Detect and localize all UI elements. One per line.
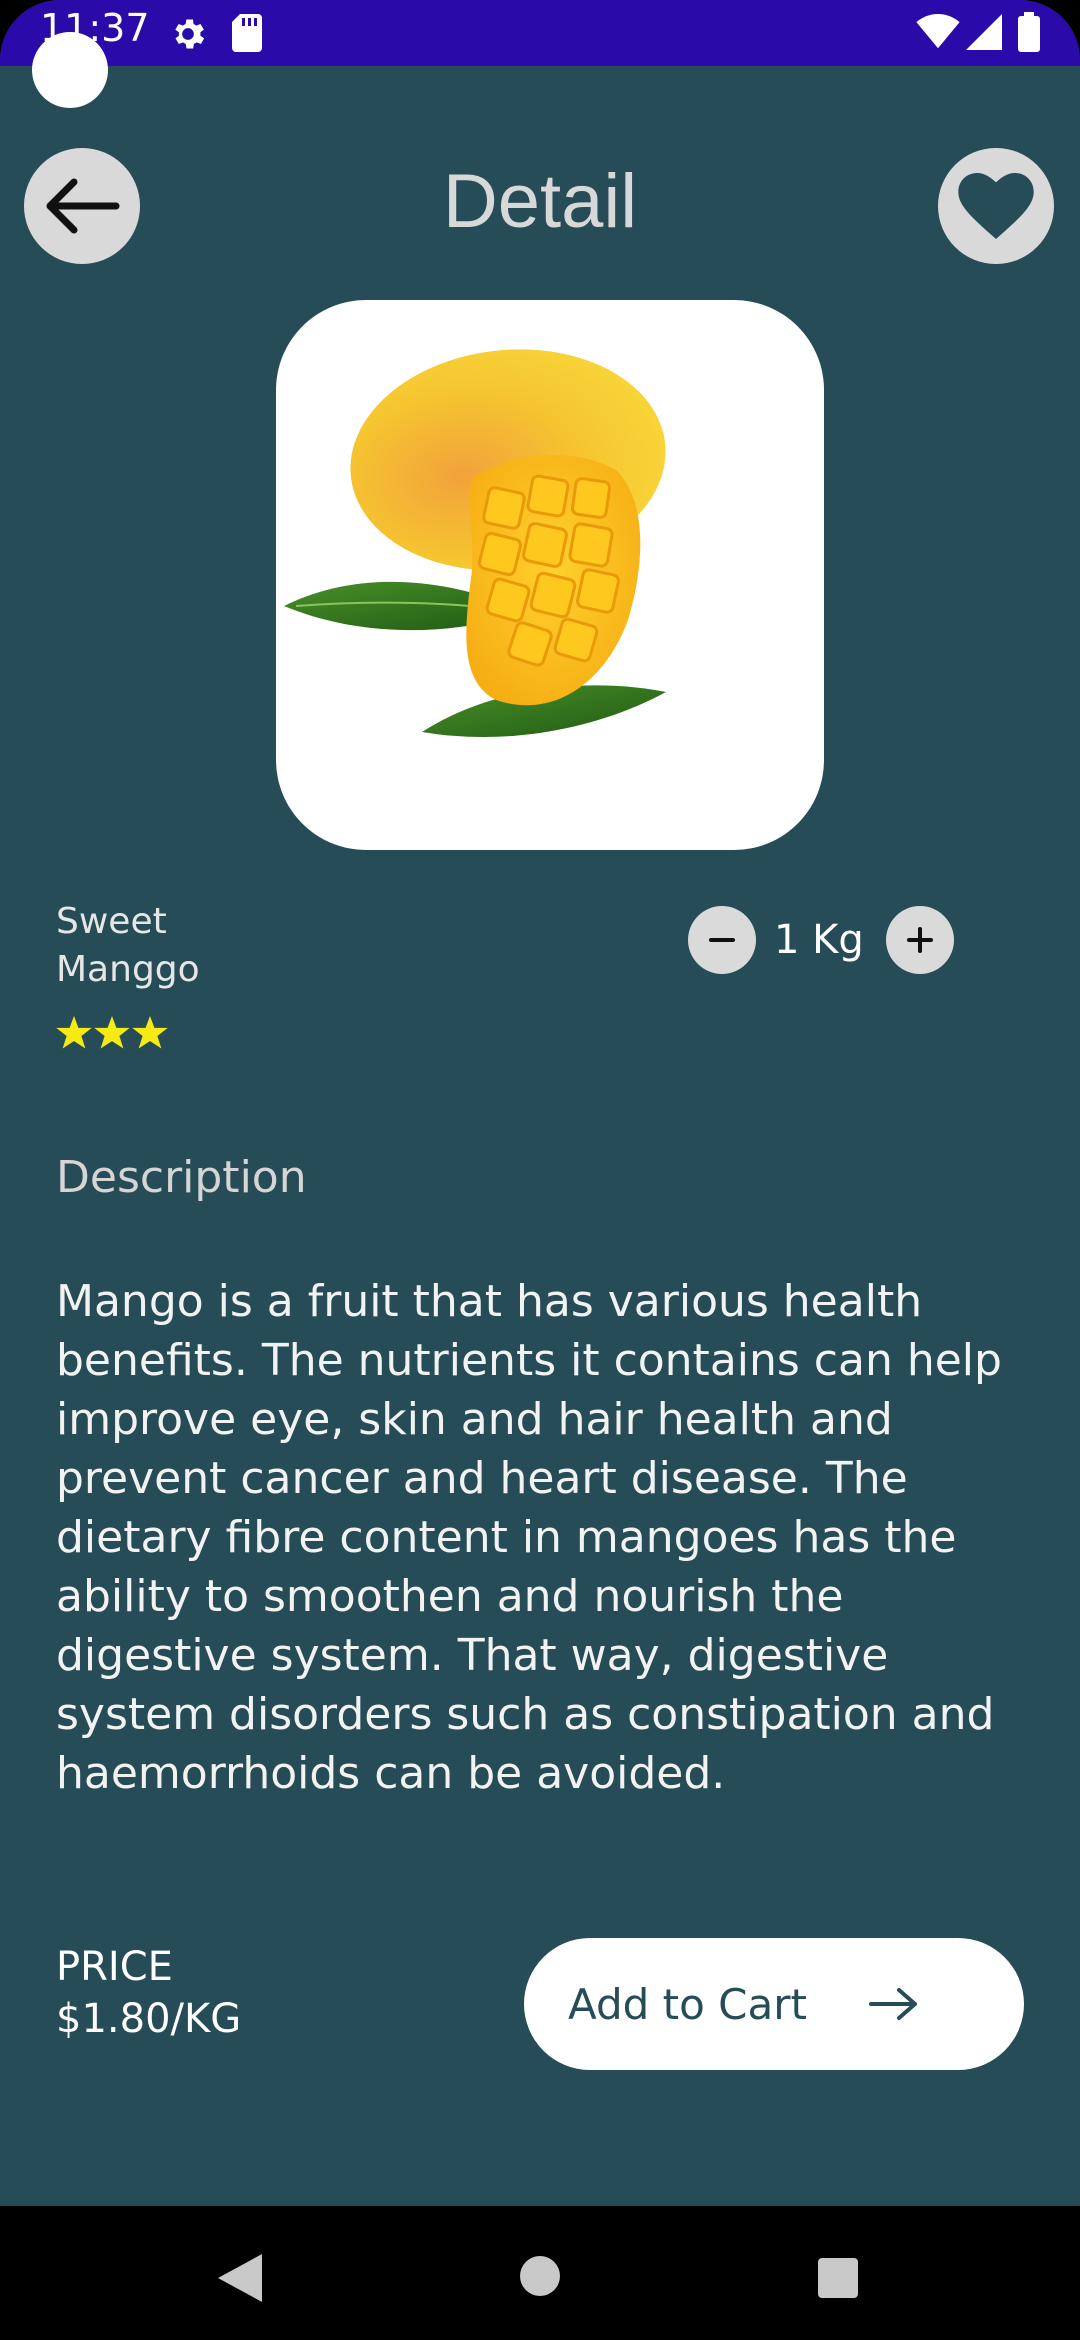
navigation-bar — [0, 2206, 1080, 2340]
description-text: Mango is a fruit that has various health… — [56, 1276, 1002, 1799]
gear-icon — [175, 19, 205, 49]
product-image-card — [276, 300, 824, 850]
signal-icon — [966, 14, 1002, 50]
heart-icon — [958, 173, 1034, 239]
plus-icon — [906, 927, 933, 953]
star-icon — [56, 1016, 92, 1049]
touch-indicator — [32, 32, 108, 108]
star-icon — [132, 1016, 168, 1049]
minus-icon — [709, 938, 735, 942]
price-value: $1.80/KG — [56, 1996, 242, 2042]
mango-image — [284, 349, 666, 738]
quantity-value: 1 Kg — [774, 917, 864, 963]
favorite-button[interactable] — [938, 148, 1054, 264]
quantity-stepper: 1 Kg — [688, 906, 954, 974]
nav-back-icon[interactable] — [218, 2254, 262, 2302]
increase-quantity-button[interactable] — [885, 906, 954, 974]
sd-card-icon — [232, 14, 262, 52]
status-bar: 11:37 — [0, 0, 1080, 66]
wifi-icon — [916, 14, 960, 49]
battery-icon — [1018, 12, 1040, 52]
page-title: Detail — [442, 159, 638, 244]
add-to-cart-button[interactable]: Add to Cart — [524, 1938, 1024, 2070]
price-label: PRICE — [56, 1944, 173, 1990]
product-name: Sweet Manggo — [56, 901, 200, 990]
add-to-cart-label: Add to Cart — [568, 1979, 807, 2029]
arrow-right-icon — [868, 1988, 917, 2020]
detail-screen: 11:37 Detail Sweet Manggo 1 Kg Descripti… — [0, 0, 1080, 2340]
nav-home-icon[interactable] — [520, 2256, 560, 2296]
nav-recents-icon[interactable] — [818, 2258, 858, 2298]
description-heading: Description — [56, 1152, 307, 1203]
decrease-quantity-button[interactable] — [688, 906, 756, 974]
star-icon — [94, 1016, 130, 1049]
rating-stars — [56, 1016, 168, 1050]
